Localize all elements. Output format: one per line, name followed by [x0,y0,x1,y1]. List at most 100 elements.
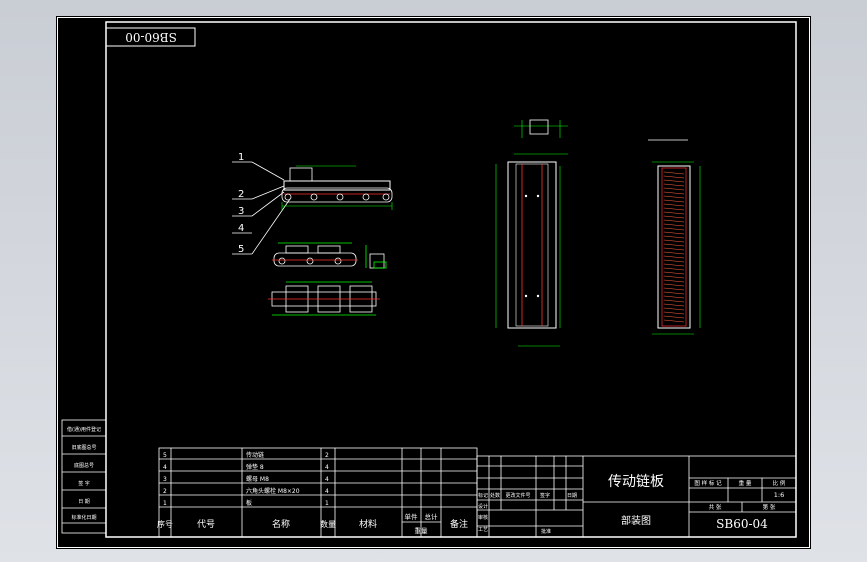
hatch-line [663,207,685,211]
bom-seq: 4 [163,464,167,471]
bom-header-material: 材料 [359,518,377,530]
cad-viewport: SB60-00 借(通)用件登记 旧底图总号底图总号签 字日 期标准化日期 1 2 3… [0,0,867,562]
revision-label: 日期 [567,493,577,499]
side-labels: 借(通)用件登记旧底图总号底图总号签 字日 期标准化日期 [67,426,101,521]
rotated-code-text: SB60-00 [125,30,177,44]
hatch-line [663,183,685,187]
hatch-line [663,199,685,203]
bom-seq: 2 [163,488,167,495]
bom-name: 弹垫 8 [246,463,264,471]
sign-label: 设计 [478,503,488,510]
revision-labels: 标记 处数 更改文件号 签字 日期 [478,492,577,499]
revision-label: 签字 [540,492,550,499]
callout-number: 5 [238,244,244,255]
hatch-line [663,227,685,231]
revision-label: 标记 [478,492,488,499]
bom-seq: 3 [163,476,167,483]
sheet-total: 共 张 [709,503,722,511]
hatch-line [663,179,685,183]
side-label: 底图总号 [74,462,94,469]
hatch-line [663,239,685,243]
sheet-no: 第 张 [763,503,776,511]
bom-name: 六角头螺栓 M8×20 [246,487,300,495]
hatch-line [663,187,685,191]
scale-value: 1:6 [774,491,784,499]
hatch-line [663,279,685,283]
bom-header-unit: 单件 [405,512,419,521]
hatch-line [663,171,685,175]
bom-qty: 4 [325,464,329,471]
hatch-line [663,315,685,319]
bom-seq: 1 [163,500,167,507]
hatch-line [663,267,685,271]
hatch-line [663,263,685,267]
hatch-line [663,271,685,275]
bom-header-code: 代号 [197,519,215,530]
revision-label: 更改文件号 [505,492,530,499]
hatch-line [663,307,685,311]
main-view: 1 2 3 4 5 [232,152,393,255]
bom-header-weight: 重量 [415,527,429,535]
hatch-line [663,243,685,247]
hatch-line [663,223,685,227]
hatch-line [663,303,685,307]
hatch-line [663,283,685,287]
hatch-line [663,251,685,255]
drawing-number: SB60-04 [716,517,768,531]
hatch-line [663,291,685,295]
callout-number: 2 [238,189,244,200]
bom-header-name: 名称 [272,518,290,530]
hatch-line [663,195,685,199]
side-view [648,139,701,335]
weight-header: 重 量 [739,479,752,487]
bom-header-remark: 备注 [450,518,468,530]
hatch-line [663,287,685,291]
bom-seq: 5 [163,452,167,459]
bom-qty: 2 [325,452,329,459]
hatch-line [663,259,685,263]
side-label: 签 字 [78,480,90,487]
hatch-line [663,311,685,315]
sign-label: 批准 [541,528,551,535]
bom-qty: 4 [325,488,329,495]
hatch-line [663,203,685,207]
bom-qty: 4 [325,476,329,483]
sign-label: 工艺 [478,527,488,533]
callout-number: 4 [238,223,244,234]
hatch-line [663,275,685,279]
revision-label: 处数 [490,492,500,499]
scale-header: 比 例 [773,479,786,487]
bom-name: 螺母 M8 [246,475,269,483]
side-label: 旧底图总号 [71,444,96,451]
hatch-line [663,255,685,259]
outer-border [57,17,810,548]
rotated-code-box: SB60-00 [105,27,196,47]
chain-view [272,242,387,269]
hatch-line [663,191,685,195]
drawing-sheet: SB60-00 借(通)用件登记 旧底图总号底图总号签 字日 期标准化日期 1 2 3… [56,16,811,549]
drawing-title: 传动链板 [608,474,664,490]
hatch-line [663,175,685,179]
callout-number: 3 [238,206,244,217]
callout-number: 1 [238,152,244,163]
drawing-canvas: SB60-00 借(通)用件登记旧底图总号底图总号签 字日 期标准化日期 1 2 3… [57,17,810,548]
hatch-line [663,211,685,215]
hatch-line [663,247,685,251]
hatch-line [663,299,685,303]
hatch-line [663,215,685,219]
inner-frame [105,21,797,538]
bom-name: 传动链 [246,451,264,459]
sign-label: 审核 [478,514,488,521]
front-view [495,119,568,347]
hatch-line [663,319,685,323]
bom-name: 板 [246,499,252,507]
side-label: 日 期 [78,499,90,505]
stage-header: 图 样 标 记 [694,479,722,487]
bom-header-seq: 序号 [157,519,173,529]
hatch-line [663,219,685,223]
drawing-type: 部装图 [621,514,651,527]
hatch-line [663,295,685,299]
plan-view [268,281,380,316]
side-label: 借(通)用件登记 [67,426,101,433]
side-label: 标准化日期 [71,514,96,521]
